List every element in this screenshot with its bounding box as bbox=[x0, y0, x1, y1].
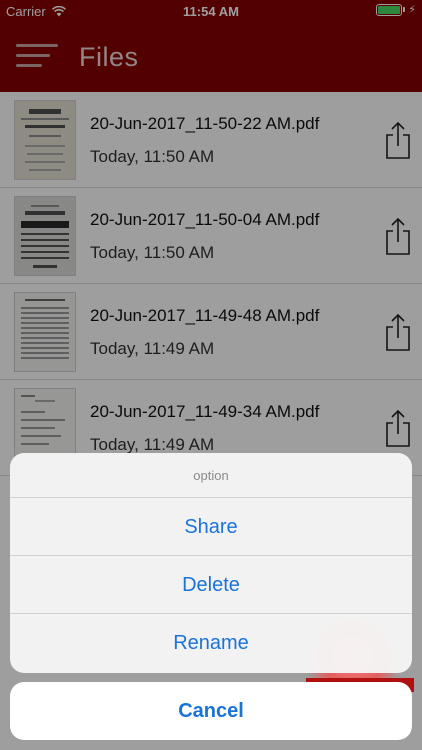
action-sheet: option Share Delete Rename bbox=[10, 453, 412, 673]
cancel-button[interactable]: Cancel bbox=[10, 682, 412, 740]
share-button[interactable]: Share bbox=[10, 498, 412, 556]
delete-button[interactable]: Delete bbox=[10, 556, 412, 614]
action-sheet-title: option bbox=[10, 453, 412, 498]
rename-button[interactable]: Rename bbox=[10, 614, 412, 673]
